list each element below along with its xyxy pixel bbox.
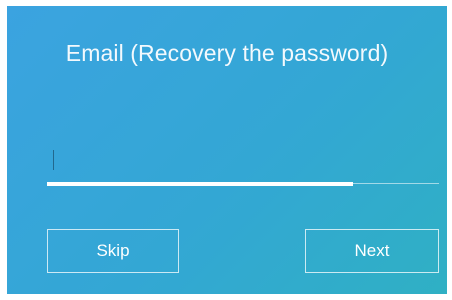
progress-bar <box>47 182 353 186</box>
recovery-panel: Email (Recovery the password) Skip Next <box>7 6 447 294</box>
skip-button[interactable]: Skip <box>47 229 179 273</box>
email-field[interactable] <box>47 136 439 186</box>
next-button[interactable]: Next <box>305 229 439 273</box>
page-title: Email (Recovery the password) <box>65 40 389 66</box>
text-cursor <box>53 150 54 170</box>
